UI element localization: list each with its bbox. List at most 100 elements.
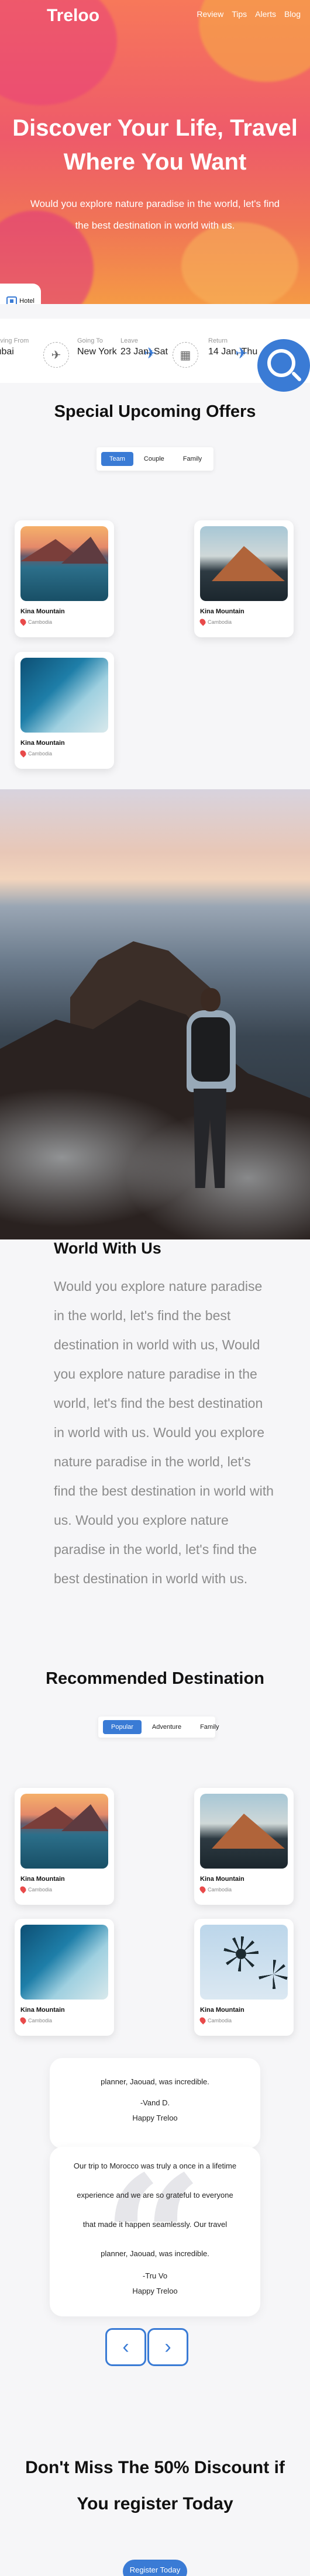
tab-couple[interactable]: Couple [136, 452, 173, 466]
offer-card[interactable]: Kina Mountain Cambodia [194, 520, 294, 637]
testimonial-caption: Happy Treloo [132, 2114, 178, 2122]
offers-tabs: Team Couple Family [97, 447, 213, 471]
nav-item-blog[interactable]: Blog [284, 9, 301, 19]
world-body: Would you explore nature paradise in the… [54, 1279, 274, 1586]
testimonial-card: “ Our trip to Morocco was truly a once i… [50, 2147, 260, 2316]
backpack [191, 1017, 230, 1082]
card-location-text: Cambodia [28, 1886, 53, 1893]
location-pin-icon [198, 1885, 207, 1894]
card-location: Cambodia [198, 1885, 288, 1894]
testimonial-text: planner, Jaouad, was incredible. [101, 2077, 209, 2086]
world-title: World With Us [54, 1239, 161, 1257]
testimonial-caption: Happy Treloo [132, 2287, 178, 2295]
tab-adventure[interactable]: Adventure [144, 1720, 190, 1734]
testimonial-text: experience and we are so grateful to eve… [77, 2191, 233, 2199]
card-location: Cambodia [198, 2016, 288, 2025]
card-title: Kina Mountain [200, 2007, 244, 2014]
destination-image [20, 1925, 108, 2000]
hotel-tab-label: Hotel [19, 298, 35, 304]
location-pin-icon [19, 1885, 27, 1894]
going-to-label: Going To [77, 337, 103, 344]
card-location: Cambodia [19, 749, 108, 758]
card-location-text: Cambodia [208, 2017, 232, 2023]
traveler-head [201, 988, 221, 1011]
tab-family[interactable]: Family [175, 452, 210, 466]
leave-date-field[interactable]: Leave 23 Jan, Sat [120, 337, 168, 357]
next-button[interactable]: › [147, 2328, 188, 2366]
nav-item-tips[interactable]: Tips [232, 9, 247, 19]
plane-icon: ✈ [43, 342, 69, 368]
card-location-text: Cambodia [208, 619, 232, 625]
destination-image [200, 1925, 288, 2000]
card-title: Kina Mountain [20, 608, 65, 615]
going-to-field[interactable]: Going To New York [77, 337, 117, 357]
return-date-value: 14 Jan, Thu [208, 347, 258, 357]
card-title: Kina Mountain [20, 2007, 65, 2014]
leave-date-value: 23 Jan, Sat [120, 347, 168, 357]
brand-logo[interactable]: Treloo [47, 6, 99, 26]
card-location-text: Cambodia [28, 750, 53, 757]
card-location-text: Cambodia [28, 619, 53, 625]
recommended-tabs: Popular Adventure Family [98, 1717, 219, 1738]
destination-card[interactable]: Kina Mountain Cambodia [15, 1919, 114, 2036]
search-button[interactable] [257, 339, 310, 392]
destination-image [20, 658, 108, 733]
search-bar: Leaving From Dubai ✈ Going To New York ✈… [0, 319, 310, 392]
nav-item-alerts[interactable]: Alerts [255, 9, 276, 19]
main-nav: Review Tips Alerts Blog [197, 9, 301, 19]
hero-section: Treloo Review Tips Alerts Blog Discover … [0, 0, 310, 304]
location-pin-icon [19, 2016, 27, 2025]
testimonial-card: planner, Jaouad, was incredible. -Vand D… [50, 2058, 260, 2149]
destination-image [20, 526, 108, 601]
offer-card[interactable]: Kina Mountain Cambodia [15, 652, 114, 769]
card-title: Kina Mountain [20, 1876, 65, 1883]
location-pin-icon [198, 617, 207, 626]
location-pin-icon [19, 749, 27, 758]
card-title: Kina Mountain [200, 1876, 244, 1883]
leave-date-label: Leave [120, 337, 138, 344]
destination-image [200, 1794, 288, 1869]
card-location: Cambodia [19, 2016, 108, 2025]
card-location-text: Cambodia [28, 2017, 53, 2023]
discount-line: Don't Miss The 50% Discount if [25, 2458, 285, 2477]
traveler-figure [178, 988, 243, 1210]
destination-card[interactable]: Kina Mountain Cambodia [194, 1919, 294, 2036]
plane-icon: ✈ [235, 344, 248, 362]
sea-foam [0, 1035, 310, 1239]
card-location-text: Cambodia [208, 1886, 232, 1893]
hotel-icon [6, 296, 18, 304]
destination-image [200, 526, 288, 601]
search-icon [267, 349, 295, 377]
destination-card[interactable]: Kina Mountain Cambodia [15, 1788, 114, 1905]
offer-card[interactable]: Kina Mountain Cambodia [15, 520, 114, 637]
testimonial-text: Our trip to Morocco was truly a once in … [73, 2161, 237, 2170]
register-button[interactable]: Register Today [123, 2560, 187, 2576]
card-location: Cambodia [198, 617, 288, 626]
tab-team[interactable]: Team [101, 452, 133, 466]
testimonial-body: Our trip to Morocco was truly a once in … [50, 2152, 260, 2299]
tab-popular[interactable]: Popular [103, 1720, 142, 1734]
traveler-legs [194, 1089, 226, 1188]
card-location: Cambodia [19, 1885, 108, 1894]
card-title: Kina Mountain [200, 608, 244, 615]
leaving-from-field[interactable]: Leaving From Dubai [0, 337, 29, 357]
hotel-tab[interactable]: Hotel [0, 284, 41, 304]
testimonial-text: that made it happen seamlessly. Our trav… [82, 2220, 228, 2229]
hero-title-line: Discover Your Life, Travel [12, 115, 298, 141]
card-location: Cambodia [19, 617, 108, 626]
leaving-from-label: Leaving From [0, 337, 29, 344]
return-date-field[interactable]: Return 14 Jan, Thu [208, 337, 257, 357]
location-pin-icon [198, 2016, 207, 2025]
destination-card[interactable]: Kina Mountain Cambodia [194, 1788, 294, 1905]
return-date-label: Return [208, 337, 228, 344]
leaving-from-value: Dubai [0, 347, 14, 357]
hero-title: Discover Your Life, Travel Where You Wan… [0, 111, 310, 179]
discount-line: You register Today [77, 2494, 233, 2513]
tab-family[interactable]: Family [192, 1720, 227, 1734]
card-title: Kina Mountain [20, 740, 65, 747]
hero-title-line: Where You Want [63, 149, 247, 175]
testimonial-author: -Vand D. [140, 2098, 170, 2107]
prev-button[interactable]: ‹ [105, 2328, 146, 2366]
recommended-title: Recommended Destination [46, 1669, 264, 1688]
nav-item-review[interactable]: Review [197, 9, 223, 19]
